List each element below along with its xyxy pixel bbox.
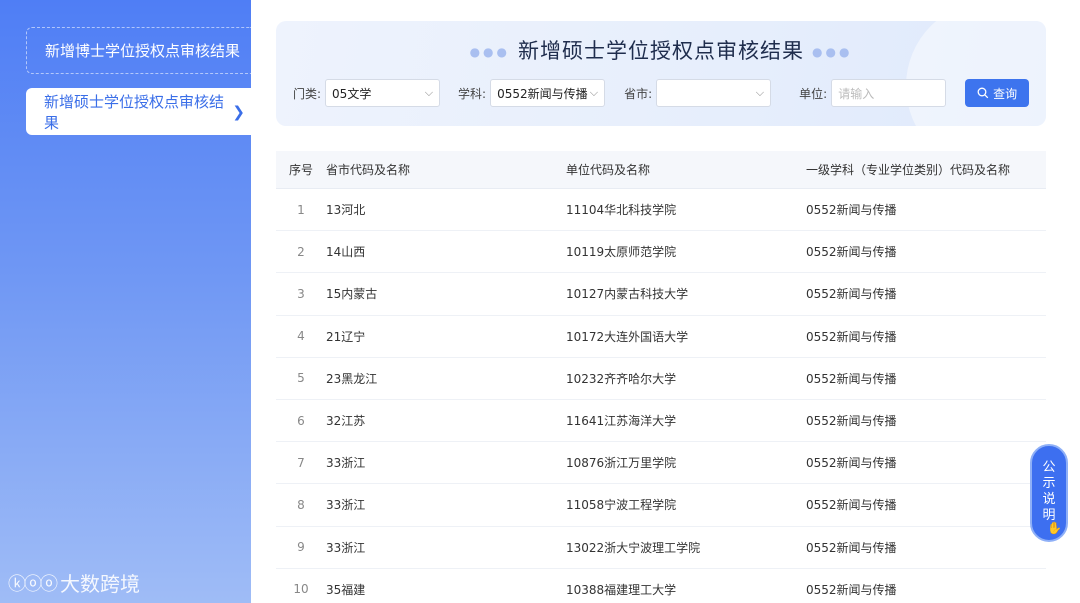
filter-card: ●●● 新增硕士学位授权点审核结果 ●●● 门类: 05文学 ⌵ 学科: 0552新… bbox=[276, 21, 1046, 126]
chevron-down-icon: ⌵ bbox=[589, 86, 599, 99]
row-subject: 0552新闻与传播 bbox=[806, 414, 897, 429]
notice-char: 说 bbox=[1042, 492, 1056, 507]
row-subject: 0552新闻与传播 bbox=[806, 287, 897, 302]
row-province: 33浙江 bbox=[326, 456, 366, 471]
row-unit: 10119太原师范学院 bbox=[566, 245, 677, 260]
unit-label: 单位: bbox=[799, 86, 828, 101]
unit-input[interactable]: 请输入 bbox=[831, 79, 947, 107]
unit-input-placeholder: 请输入 bbox=[838, 86, 875, 101]
sidebar: 新增博士学位授权点审核结果 新增硕士学位授权点审核结果 ❯ bbox=[0, 0, 251, 603]
row-province: 13河北 bbox=[326, 203, 366, 218]
results-table: 序号 省市代码及名称 单位代码及名称 一级学科（专业学位类别）代码及名称 1 1… bbox=[276, 151, 1046, 603]
category-select[interactable]: 05文学 ⌵ bbox=[325, 79, 441, 107]
row-unit: 13022浙大宁波理工学院 bbox=[566, 540, 701, 555]
table-header: 序号 省市代码及名称 单位代码及名称 一级学科（专业学位类别）代码及名称 bbox=[276, 151, 1046, 189]
row-unit: 11058宁波工程学院 bbox=[566, 498, 677, 513]
row-province: 14山西 bbox=[326, 245, 366, 260]
page-title-text: 新增硕士学位授权点审核结果 bbox=[518, 39, 804, 63]
row-index: 4 bbox=[297, 329, 305, 344]
query-button-label: 查询 bbox=[993, 86, 1018, 101]
row-index: 8 bbox=[297, 497, 305, 512]
row-index: 10 bbox=[293, 582, 309, 597]
row-index: 9 bbox=[297, 540, 305, 555]
row-unit: 11104华北科技学院 bbox=[566, 203, 677, 218]
chevron-down-icon: ⌵ bbox=[424, 86, 434, 99]
row-subject: 0552新闻与传播 bbox=[806, 498, 897, 513]
row-province: 15内蒙古 bbox=[326, 287, 378, 302]
table-row: 1 13河北 11104华北科技学院 0552新闻与传播 bbox=[276, 189, 1046, 232]
sidebar-item-master[interactable]: 新增硕士学位授权点审核结果 ❯ bbox=[26, 88, 251, 135]
subject-label: 学科: bbox=[458, 86, 487, 101]
query-button[interactable]: 查询 bbox=[965, 79, 1030, 107]
watermark-logo-icon: ⓚⓞⓞ bbox=[8, 573, 58, 595]
row-subject: 0552新闻与传播 bbox=[806, 540, 897, 555]
row-subject: 0552新闻与传播 bbox=[806, 329, 897, 344]
table-row: 3 15内蒙古 10127内蒙古科技大学 0552新闻与传播 bbox=[276, 273, 1046, 316]
title-dots-left: ●●● bbox=[469, 45, 510, 59]
notice-char: 公 bbox=[1042, 460, 1056, 475]
province-select[interactable]: ⌵ bbox=[656, 79, 772, 107]
table-row: 4 21辽宁 10172大连外国语大学 0552新闻与传播 bbox=[276, 316, 1046, 358]
table-row: 2 14山西 10119太原师范学院 0552新闻与传播 bbox=[276, 231, 1046, 274]
row-unit: 10388福建理工大学 bbox=[566, 582, 677, 597]
row-unit: 10232齐齐哈尔大学 bbox=[566, 371, 677, 386]
row-subject: 0552新闻与传播 bbox=[806, 371, 897, 386]
notice-char: 示 bbox=[1042, 476, 1056, 491]
row-province: 33浙江 bbox=[326, 498, 366, 513]
watermark: ⓚⓞⓞ 大数跨境 bbox=[8, 568, 140, 597]
row-unit: 10876浙江万里学院 bbox=[566, 456, 677, 471]
row-index: 3 bbox=[297, 286, 305, 301]
pointer-hand-icon: ✋ bbox=[1047, 521, 1062, 535]
row-unit: 10127内蒙古科技大学 bbox=[566, 287, 689, 302]
row-subject: 0552新闻与传播 bbox=[806, 203, 897, 218]
sidebar-item-doctoral[interactable]: 新增博士学位授权点审核结果 bbox=[26, 27, 251, 74]
row-index: 1 bbox=[297, 202, 305, 217]
row-index: 2 bbox=[297, 244, 305, 259]
watermark-text: 大数跨境 bbox=[60, 572, 140, 596]
subject-select[interactable]: 0552新闻与传播 ⌵ bbox=[490, 79, 606, 107]
notice-float-button[interactable]: 公 示 说 明 ✋ bbox=[1030, 444, 1068, 542]
header-unit: 单位代码及名称 bbox=[566, 163, 651, 177]
table-row: 6 32江苏 11641江苏海洋大学 0552新闻与传播 bbox=[276, 400, 1046, 443]
row-subject: 0552新闻与传播 bbox=[806, 456, 897, 471]
table-row: 10 35福建 10388福建理工大学 0552新闻与传播 bbox=[276, 569, 1046, 603]
table-row: 7 33浙江 10876浙江万里学院 0552新闻与传播 bbox=[276, 442, 1046, 485]
page-title: ●●● 新增硕士学位授权点审核结果 ●●● bbox=[276, 35, 1046, 65]
table-row: 9 33浙江 13022浙大宁波理工学院 0552新闻与传播 bbox=[276, 527, 1046, 569]
row-subject: 0552新闻与传播 bbox=[806, 582, 897, 597]
row-index: 6 bbox=[297, 413, 305, 428]
row-province: 21辽宁 bbox=[326, 329, 366, 344]
row-index: 5 bbox=[297, 371, 305, 386]
chevron-down-icon: ⌵ bbox=[755, 86, 765, 99]
search-icon bbox=[977, 87, 989, 99]
row-province: 23黑龙江 bbox=[326, 371, 378, 386]
table-row: 8 33浙江 11058宁波工程学院 0552新闻与传播 bbox=[276, 484, 1046, 527]
row-province: 33浙江 bbox=[326, 540, 366, 555]
sidebar-item-label: 新增博士学位授权点审核结果 bbox=[45, 42, 241, 60]
category-label: 门类: bbox=[293, 86, 322, 101]
row-index: 7 bbox=[297, 455, 305, 470]
chevron-right-icon: ❯ bbox=[232, 102, 245, 121]
header-index: 序号 bbox=[288, 163, 313, 177]
header-province: 省市代码及名称 bbox=[326, 163, 411, 177]
table-row: 5 23黑龙江 10232齐齐哈尔大学 0552新闻与传播 bbox=[276, 358, 1046, 400]
row-unit: 10172大连外国语大学 bbox=[566, 329, 689, 344]
sidebar-item-label: 新增硕士学位授权点审核结果 bbox=[44, 92, 225, 132]
header-subject: 一级学科（专业学位类别）代码及名称 bbox=[806, 163, 1011, 177]
main-panel: ●●● 新增硕士学位授权点审核结果 ●●● 门类: 05文学 ⌵ 学科: 0552新… bbox=[251, 0, 1080, 603]
province-label: 省市: bbox=[624, 86, 653, 101]
row-province: 35福建 bbox=[326, 582, 366, 597]
title-dots-right: ●●● bbox=[812, 45, 853, 59]
category-select-value: 05文学 bbox=[332, 86, 372, 101]
row-unit: 11641江苏海洋大学 bbox=[566, 414, 677, 429]
row-subject: 0552新闻与传播 bbox=[806, 245, 897, 260]
subject-select-value: 0552新闻与传播 bbox=[497, 86, 588, 101]
row-province: 32江苏 bbox=[326, 414, 366, 429]
filter-bar: 门类: 05文学 ⌵ 学科: 0552新闻与传播 ⌵ 省市: ⌵ 单位: 请输入 bbox=[293, 79, 1033, 107]
